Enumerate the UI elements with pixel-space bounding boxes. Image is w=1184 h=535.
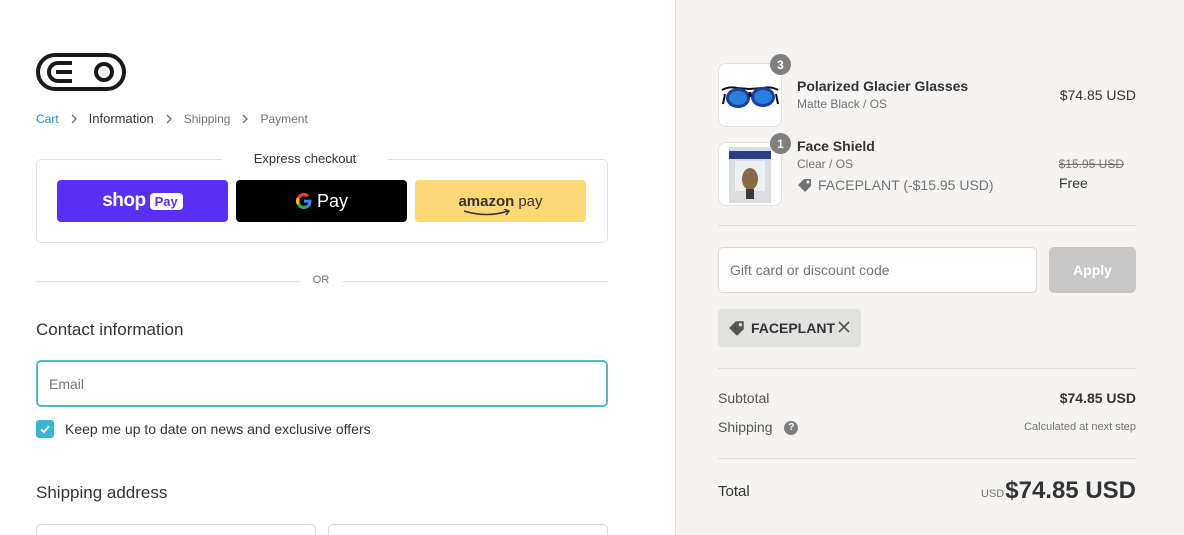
amazon-pay-button[interactable]: amazon pay <box>415 180 586 222</box>
divider <box>718 458 1136 459</box>
contact-title: Contact information <box>36 320 184 339</box>
main-column: Cart Information Shipping Payment Expres… <box>0 0 675 535</box>
apply-button[interactable]: Apply <box>1049 247 1136 293</box>
or-divider-right <box>342 281 608 282</box>
or-divider-left <box>36 281 300 282</box>
amazon-word: amazon <box>458 192 515 215</box>
newsletter-label[interactable]: Keep me up to date on news and exclusive… <box>65 421 371 437</box>
quantity-badge: 1 <box>770 133 791 154</box>
amazon-smile-icon <box>464 208 511 215</box>
google-pay-word: Pay <box>316 190 349 211</box>
original-price: $15.95 USD <box>1058 157 1124 171</box>
item-name: Polarized Glacier Glasses <box>797 78 969 94</box>
applied-discount-chip: FACEPLANT <box>718 309 861 347</box>
breadcrumb-payment: Payment <box>260 111 308 126</box>
cart-item: 3 Polarized Glacier Glasses Matte Black … <box>718 54 1138 127</box>
close-icon[interactable] <box>837 320 851 334</box>
discount-code-input[interactable] <box>718 247 1037 293</box>
face-shield-icon <box>729 147 771 203</box>
first-name-field[interactable] <box>36 524 316 535</box>
google-pay-button[interactable]: Pay <box>236 180 407 222</box>
tag-icon <box>729 321 744 336</box>
item-name: Face Shield <box>797 138 875 154</box>
chevron-right-icon <box>166 114 172 123</box>
total-currency: USD <box>981 488 1005 500</box>
chevron-right-icon <box>242 114 249 123</box>
shipping-address-title: Shipping address <box>36 483 168 502</box>
divider <box>718 368 1136 369</box>
breadcrumb-shipping: Shipping <box>183 111 231 126</box>
item-discount-label: FACEPLANT (-$15.95 USD) <box>818 177 994 193</box>
amazon-pay-word: pay <box>518 192 543 210</box>
applied-discount-code: FACEPLANT <box>751 320 835 336</box>
breadcrumb-cart[interactable]: Cart <box>36 112 59 126</box>
quantity-badge: 3 <box>770 54 791 75</box>
google-g-icon <box>295 193 312 209</box>
help-icon[interactable]: ? <box>784 421 799 436</box>
shop-pay-pill: Pay <box>149 192 183 210</box>
goggle-logo-icon[interactable] <box>36 52 128 92</box>
total-label: Total <box>718 483 750 500</box>
total-value: $74.85 USD <box>1005 477 1136 504</box>
shipping-label: Shipping <box>718 419 773 435</box>
glasses-icon <box>721 86 779 108</box>
last-name-field[interactable] <box>328 524 608 535</box>
item-thumbnail: 1 <box>718 133 791 206</box>
item-thumbnail: 3 <box>718 54 791 127</box>
item-price: $74.85 USD <box>1059 87 1136 103</box>
tag-icon <box>798 179 811 192</box>
or-label: OR <box>312 274 330 286</box>
checkmark-icon <box>40 425 50 434</box>
breadcrumb: Cart Information Shipping Payment <box>36 111 308 126</box>
amazon-wordmark: amazon <box>458 192 515 210</box>
cart-item: 1 Face Shield Clear / OS FACEPLANT (-$15… <box>718 133 1138 206</box>
item-variant: Clear / OS <box>797 157 854 171</box>
shipping-value: Calculated at next step <box>1024 421 1136 433</box>
chevron-right-icon <box>71 114 77 123</box>
item-variant: Matte Black / OS <box>797 97 888 111</box>
item-discount: FACEPLANT (-$15.95 USD) <box>797 177 994 193</box>
divider <box>718 225 1136 226</box>
shop-pay-button[interactable]: shop Pay <box>57 180 228 222</box>
subtotal-label: Subtotal <box>718 390 770 406</box>
express-checkout-title: Express checkout <box>222 151 388 166</box>
email-field[interactable] <box>36 360 608 407</box>
breadcrumb-information: Information <box>88 111 154 126</box>
shipping-label-row: Shipping ? <box>718 419 799 436</box>
shop-pay-word: shop <box>102 190 146 211</box>
item-price: Free <box>1059 175 1088 191</box>
newsletter-checkbox[interactable] <box>36 420 54 438</box>
subtotal-value: $74.85 USD <box>1059 390 1136 406</box>
